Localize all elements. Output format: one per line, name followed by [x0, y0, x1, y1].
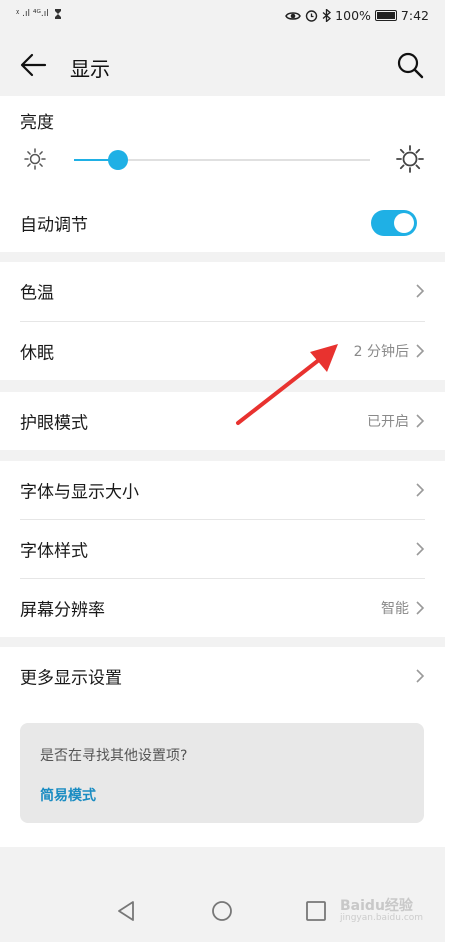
suggestion-question: 是否在寻找其他设置项?	[40, 748, 188, 764]
page-title: 显示	[70, 57, 110, 81]
eye-icon	[285, 11, 302, 20]
hourglass-icon	[54, 9, 61, 19]
watermark-brand: Baidu经验	[340, 898, 413, 914]
status-bar: ᵡ .ıl ⁴ᴳ.ıl 100% 7:42	[0, 0, 445, 34]
settings-row-more-display[interactable]: 更多显示设置	[0, 647, 445, 705]
settings-row-sleep[interactable]: 休眠 2 分钟后	[0, 322, 445, 380]
settings-row-font-style[interactable]: 字体样式	[0, 520, 445, 578]
settings-row-screen-resolution[interactable]: 屏幕分辨率 智能	[0, 579, 445, 637]
settings-group-3: 字体与显示大小 字体样式 屏幕分辨率 智能	[0, 461, 445, 637]
sun-large-icon	[396, 145, 424, 173]
row-label: 护眼模式	[20, 413, 88, 434]
nav-home-icon[interactable]	[209, 898, 235, 924]
sun-small-icon	[24, 148, 46, 170]
settings-group-1: 色温 休眠 2 分钟后	[0, 262, 445, 380]
settings-screen: ᵡ .ıl ⁴ᴳ.ıl 100% 7:42 显示 亮度 自动调节 色温 休眠 2…	[0, 0, 445, 942]
row-label: 色温	[20, 283, 54, 304]
brightness-card: 亮度 自动调节	[0, 96, 445, 252]
chevron-right-icon	[416, 414, 425, 428]
chevron-right-icon	[416, 284, 425, 298]
brightness-slider[interactable]	[74, 150, 370, 170]
auto-brightness-label: 自动调节	[20, 215, 88, 236]
row-label: 字体样式	[20, 541, 88, 562]
battery-percent: 100%	[335, 8, 371, 23]
status-right: 100% 7:42	[285, 8, 429, 23]
suggestion-box: 是否在寻找其他设置项? 简易模式	[20, 723, 424, 823]
row-label: 更多显示设置	[20, 668, 122, 689]
chevron-right-icon	[416, 542, 425, 556]
watermark-url: jingyan.baidu.com	[340, 913, 424, 923]
auto-brightness-row[interactable]: 自动调节	[0, 194, 445, 252]
settings-row-font-display-size[interactable]: 字体与显示大小	[0, 461, 445, 519]
chevron-right-icon	[416, 601, 425, 615]
battery-icon	[374, 10, 397, 21]
settings-row-color-temperature[interactable]: 色温	[0, 262, 445, 320]
settings-group-2: 护眼模式 已开启	[0, 392, 445, 450]
search-icon[interactable]	[395, 50, 425, 80]
nav-recents-icon[interactable]	[303, 898, 329, 924]
alarm-icon	[305, 10, 318, 22]
app-bar: 显示	[0, 34, 445, 96]
auto-brightness-toggle[interactable]	[371, 210, 417, 236]
row-value: 智能	[381, 601, 409, 617]
right-margin	[445, 0, 461, 942]
row-value: 2 分钟后	[353, 344, 409, 360]
brightness-label: 亮度	[20, 113, 54, 133]
clock: 7:42	[400, 8, 429, 23]
row-label: 字体与显示大小	[20, 482, 139, 503]
signal-icon: ᵡ .ıl ⁴ᴳ.ıl	[16, 9, 49, 19]
baidu-watermark: Baidu经验 jingyan.baidu.com	[340, 895, 423, 923]
signal-indicators: ᵡ .ıl ⁴ᴳ.ıl	[16, 9, 62, 19]
row-label: 屏幕分辨率	[20, 600, 105, 621]
toggle-knob	[394, 213, 414, 233]
chevron-right-icon	[416, 483, 425, 497]
slider-thumb[interactable]	[108, 150, 129, 170]
row-value: 已开启	[367, 414, 409, 430]
row-label: 休眠	[20, 343, 54, 364]
back-arrow-icon[interactable]	[18, 50, 48, 80]
simple-mode-link[interactable]: 简易模式	[40, 785, 96, 805]
nav-back-icon[interactable]	[114, 898, 140, 924]
chevron-right-icon	[416, 344, 425, 358]
settings-row-eye-comfort[interactable]: 护眼模式 已开启	[0, 392, 445, 450]
chevron-right-icon	[416, 669, 425, 683]
bluetooth-icon	[322, 9, 332, 22]
